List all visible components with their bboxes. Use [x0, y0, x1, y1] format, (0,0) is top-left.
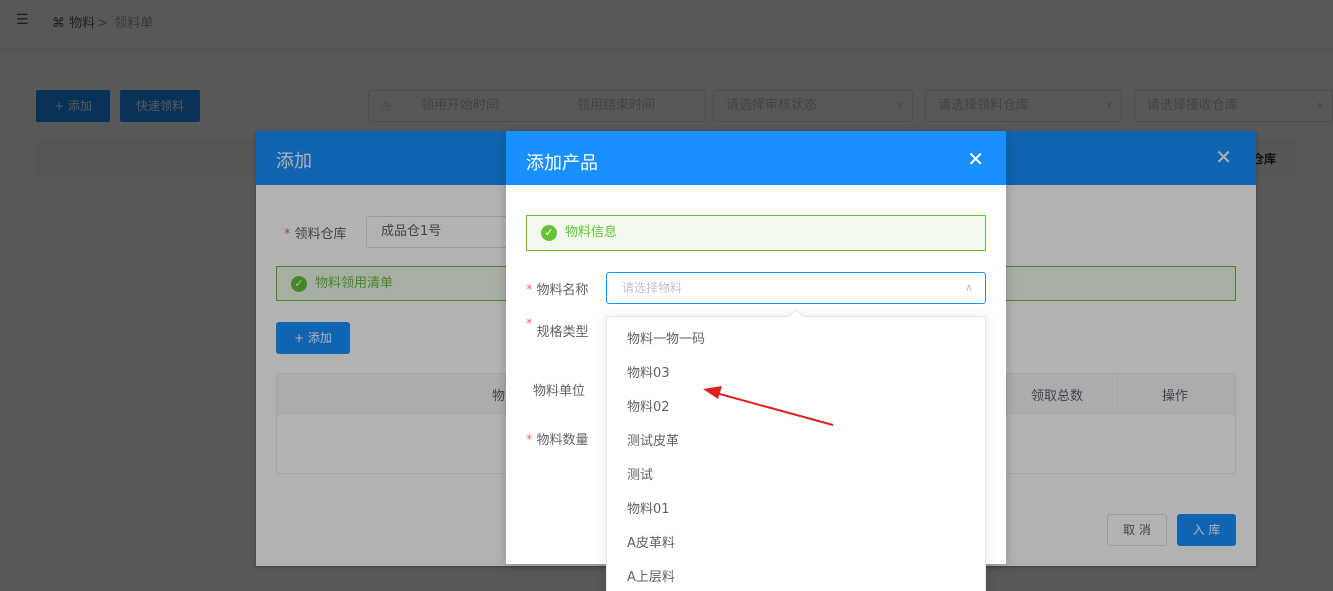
material-dropdown: 物料一物一码 物料03 物料02 测试皮革 测试 物料01 A皮革料 A上层料: [606, 308, 986, 591]
dropdown-option[interactable]: 测试: [607, 459, 985, 493]
material-info-alert: ✓ 物料信息: [526, 215, 986, 251]
dialog-title: 添加产品: [526, 153, 598, 174]
chevron-up-icon: ∧: [964, 281, 973, 294]
spec-type-label: *规格类型: [526, 317, 589, 340]
dropdown-option[interactable]: 物料02: [607, 391, 985, 425]
dropdown-option[interactable]: 测试皮革: [607, 425, 985, 459]
dropdown-option[interactable]: 物料01: [607, 493, 985, 527]
dropdown-option[interactable]: 物料一物一码: [607, 323, 985, 357]
check-circle-icon: ✓: [541, 225, 557, 241]
unit-label: 物料单位: [533, 384, 586, 399]
material-name-placeholder: 请选择物料: [622, 281, 683, 295]
quantity-label: * 物料数量: [526, 433, 589, 448]
close-icon[interactable]: ✕: [967, 147, 984, 171]
material-name-label: * 物料名称: [526, 283, 589, 298]
dropdown-option[interactable]: A皮革料: [607, 527, 985, 561]
dropdown-option[interactable]: A上层料: [607, 561, 985, 591]
material-name-select[interactable]: 请选择物料 ∧: [606, 272, 986, 304]
dialog-header: 添加产品 ✕: [506, 131, 1006, 185]
dropdown-option[interactable]: 物料03: [607, 357, 985, 391]
